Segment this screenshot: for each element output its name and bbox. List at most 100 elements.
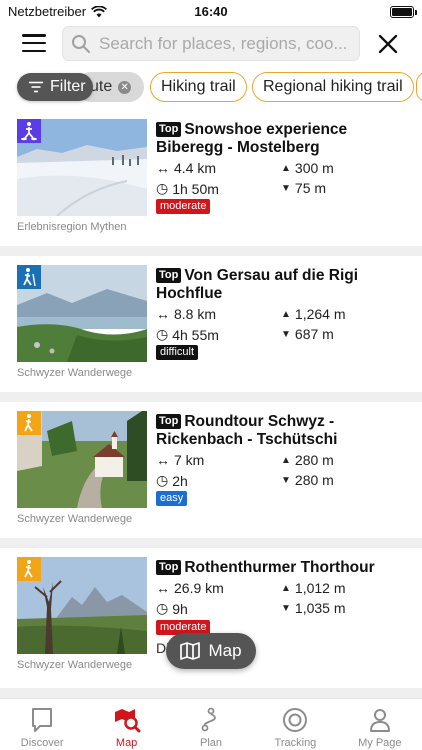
close-icon[interactable] [376,32,400,56]
distance: ↔ 26.9 km [156,580,224,596]
battery-icon [390,6,417,18]
filter-label: Filter [50,78,86,95]
ascent: ▲ 1,264 m [281,306,346,322]
ascent-value: 1,264 m [294,306,346,322]
descent: ▼ 687 m [281,326,334,342]
duration: ◷ 4h 55m [156,326,219,343]
tour-title[interactable]: Top Von Gersau auf die Rigi Hochflue [156,267,411,303]
tour-source: Schwyzer Wanderwege [17,513,133,525]
descent-icon: ▼ [281,602,291,614]
distance: ↔ 7 km [156,452,204,468]
hiking-icon [17,411,41,435]
tab-bar: Discover Map Plan Tracking My Page [0,698,422,750]
top-tag: Top [156,414,182,429]
tour-title-text: Rothenthurmer Thorthour [184,559,375,576]
tour-image [17,119,147,216]
descent: ▼ 1,035 m [281,600,346,616]
descent-value: 75 m [294,180,327,196]
tour-title[interactable]: Top Rothenthurmer Thorthour [156,559,411,577]
distance-value: 26.9 km [174,580,224,596]
ascent-value: 280 m [294,452,334,468]
hiking-icon [17,557,41,581]
clock-icon: ◷ [156,472,169,488]
chip-partial[interactable] [416,72,422,102]
tour-source: Erlebnisregion Mythen [17,221,127,233]
duration-value: 2h [172,472,188,489]
mountain-hike-icon [17,265,41,289]
tour-title-text: Snowshoe experience Biberegg - Mostelber… [156,121,348,156]
tour-title[interactable]: Top Snowshoe experience Biberegg - Mostel… [156,121,411,157]
distance-icon: ↔ [156,306,170,322]
chip-label: Regional hiking trail [263,78,403,95]
tour-title[interactable]: Top Roundtour Schwyz - Rickenbach - Tschü… [156,413,411,449]
tab-label: Discover [20,737,64,749]
ascent-icon: ▲ [281,162,291,174]
filter-icon [29,81,43,93]
descent-icon: ▼ [281,328,291,340]
distance-value: 4.4 km [174,160,217,176]
ascent-icon: ▲ [281,454,291,466]
tour-card[interactable]: Top Von Gersau auf die Rigi Hochflue ↔ 8.8… [0,256,422,392]
tab-discover[interactable]: Discover [0,699,84,750]
tab-label: Map [115,737,138,749]
ascent-value: 1,012 m [294,580,346,596]
ascent-icon: ▲ [281,582,291,594]
tab-label: Tracking [274,737,317,749]
descent-value: 280 m [294,472,334,488]
tour-card[interactable]: Top Roundtour Schwyz - Rickenbach - Tschü… [0,402,422,538]
search-input[interactable]: Search for places, regions, coo... [62,26,360,61]
plan-icon [201,707,216,732]
tracking-icon [283,708,308,732]
duration-value: 9h [172,600,188,617]
chip-regional-hiking-trail[interactable]: Regional hiking trail [252,72,414,102]
distance: ↔ 8.8 km [156,306,216,322]
map-button-label: Map [208,641,242,660]
tab-label: Plan [200,737,223,749]
tour-title-text: Roundtour Schwyz - Rickenbach - Tschütsc… [156,413,338,448]
active-filter-label: ute [90,78,113,95]
duration: ◷ 2h [156,472,188,489]
descent-value: 687 m [294,326,334,342]
tour-image [17,557,147,654]
filter-button[interactable]: Filter [17,73,93,101]
remove-filter-icon[interactable]: ✕ [118,80,132,94]
difficulty-badge: easy [156,491,188,506]
map-button[interactable]: Map [166,633,256,669]
search-icon [72,34,90,53]
tab-map[interactable]: Map [84,699,168,750]
descent-icon: ▼ [281,474,291,486]
status-bar: Netzbetreiber 16:40 [0,0,422,24]
distance-icon: ↔ [156,160,170,176]
chip-hiking-trail[interactable]: Hiking trail [150,72,247,102]
ascent: ▲ 1,012 m [281,580,346,596]
tour-source: Schwyzer Wanderwege [17,367,133,379]
clock-icon: ◷ [156,326,169,342]
ascent: ▲ 300 m [281,160,334,176]
map-icon [114,709,141,733]
distance-icon: ↔ [156,580,170,596]
ascent: ▲ 280 m [281,452,334,468]
tab-plan[interactable]: Plan [169,699,253,750]
descent-value: 1,035 m [294,600,346,616]
tour-image [17,265,147,362]
tour-image [17,411,147,508]
ascent-icon: ▲ [281,308,291,320]
clock-icon: ◷ [156,180,169,196]
descent: ▼ 280 m [281,472,334,488]
distance-icon: ↔ [156,452,170,468]
tour-card[interactable]: Top Snowshoe experience Biberegg - Mostel… [0,110,422,246]
duration-value: 1h 50m [172,180,219,197]
header: Search for places, regions, coo... [0,24,422,64]
tab-tracking[interactable]: Tracking [253,699,337,750]
distance-value: 8.8 km [174,306,217,322]
descent-icon: ▼ [281,182,291,194]
snowshoe-icon [17,119,41,143]
tour-source: Schwyzer Wanderwege [17,659,133,671]
search-placeholder: Search for places, regions, coo... [99,33,348,53]
map-icon [180,642,201,660]
difficulty-badge: difficult [156,345,199,360]
difficulty-badge: moderate [156,199,211,214]
tab-my-page[interactable]: My Page [338,699,422,750]
menu-button[interactable] [22,32,46,54]
clock-icon: ◷ [156,600,169,616]
